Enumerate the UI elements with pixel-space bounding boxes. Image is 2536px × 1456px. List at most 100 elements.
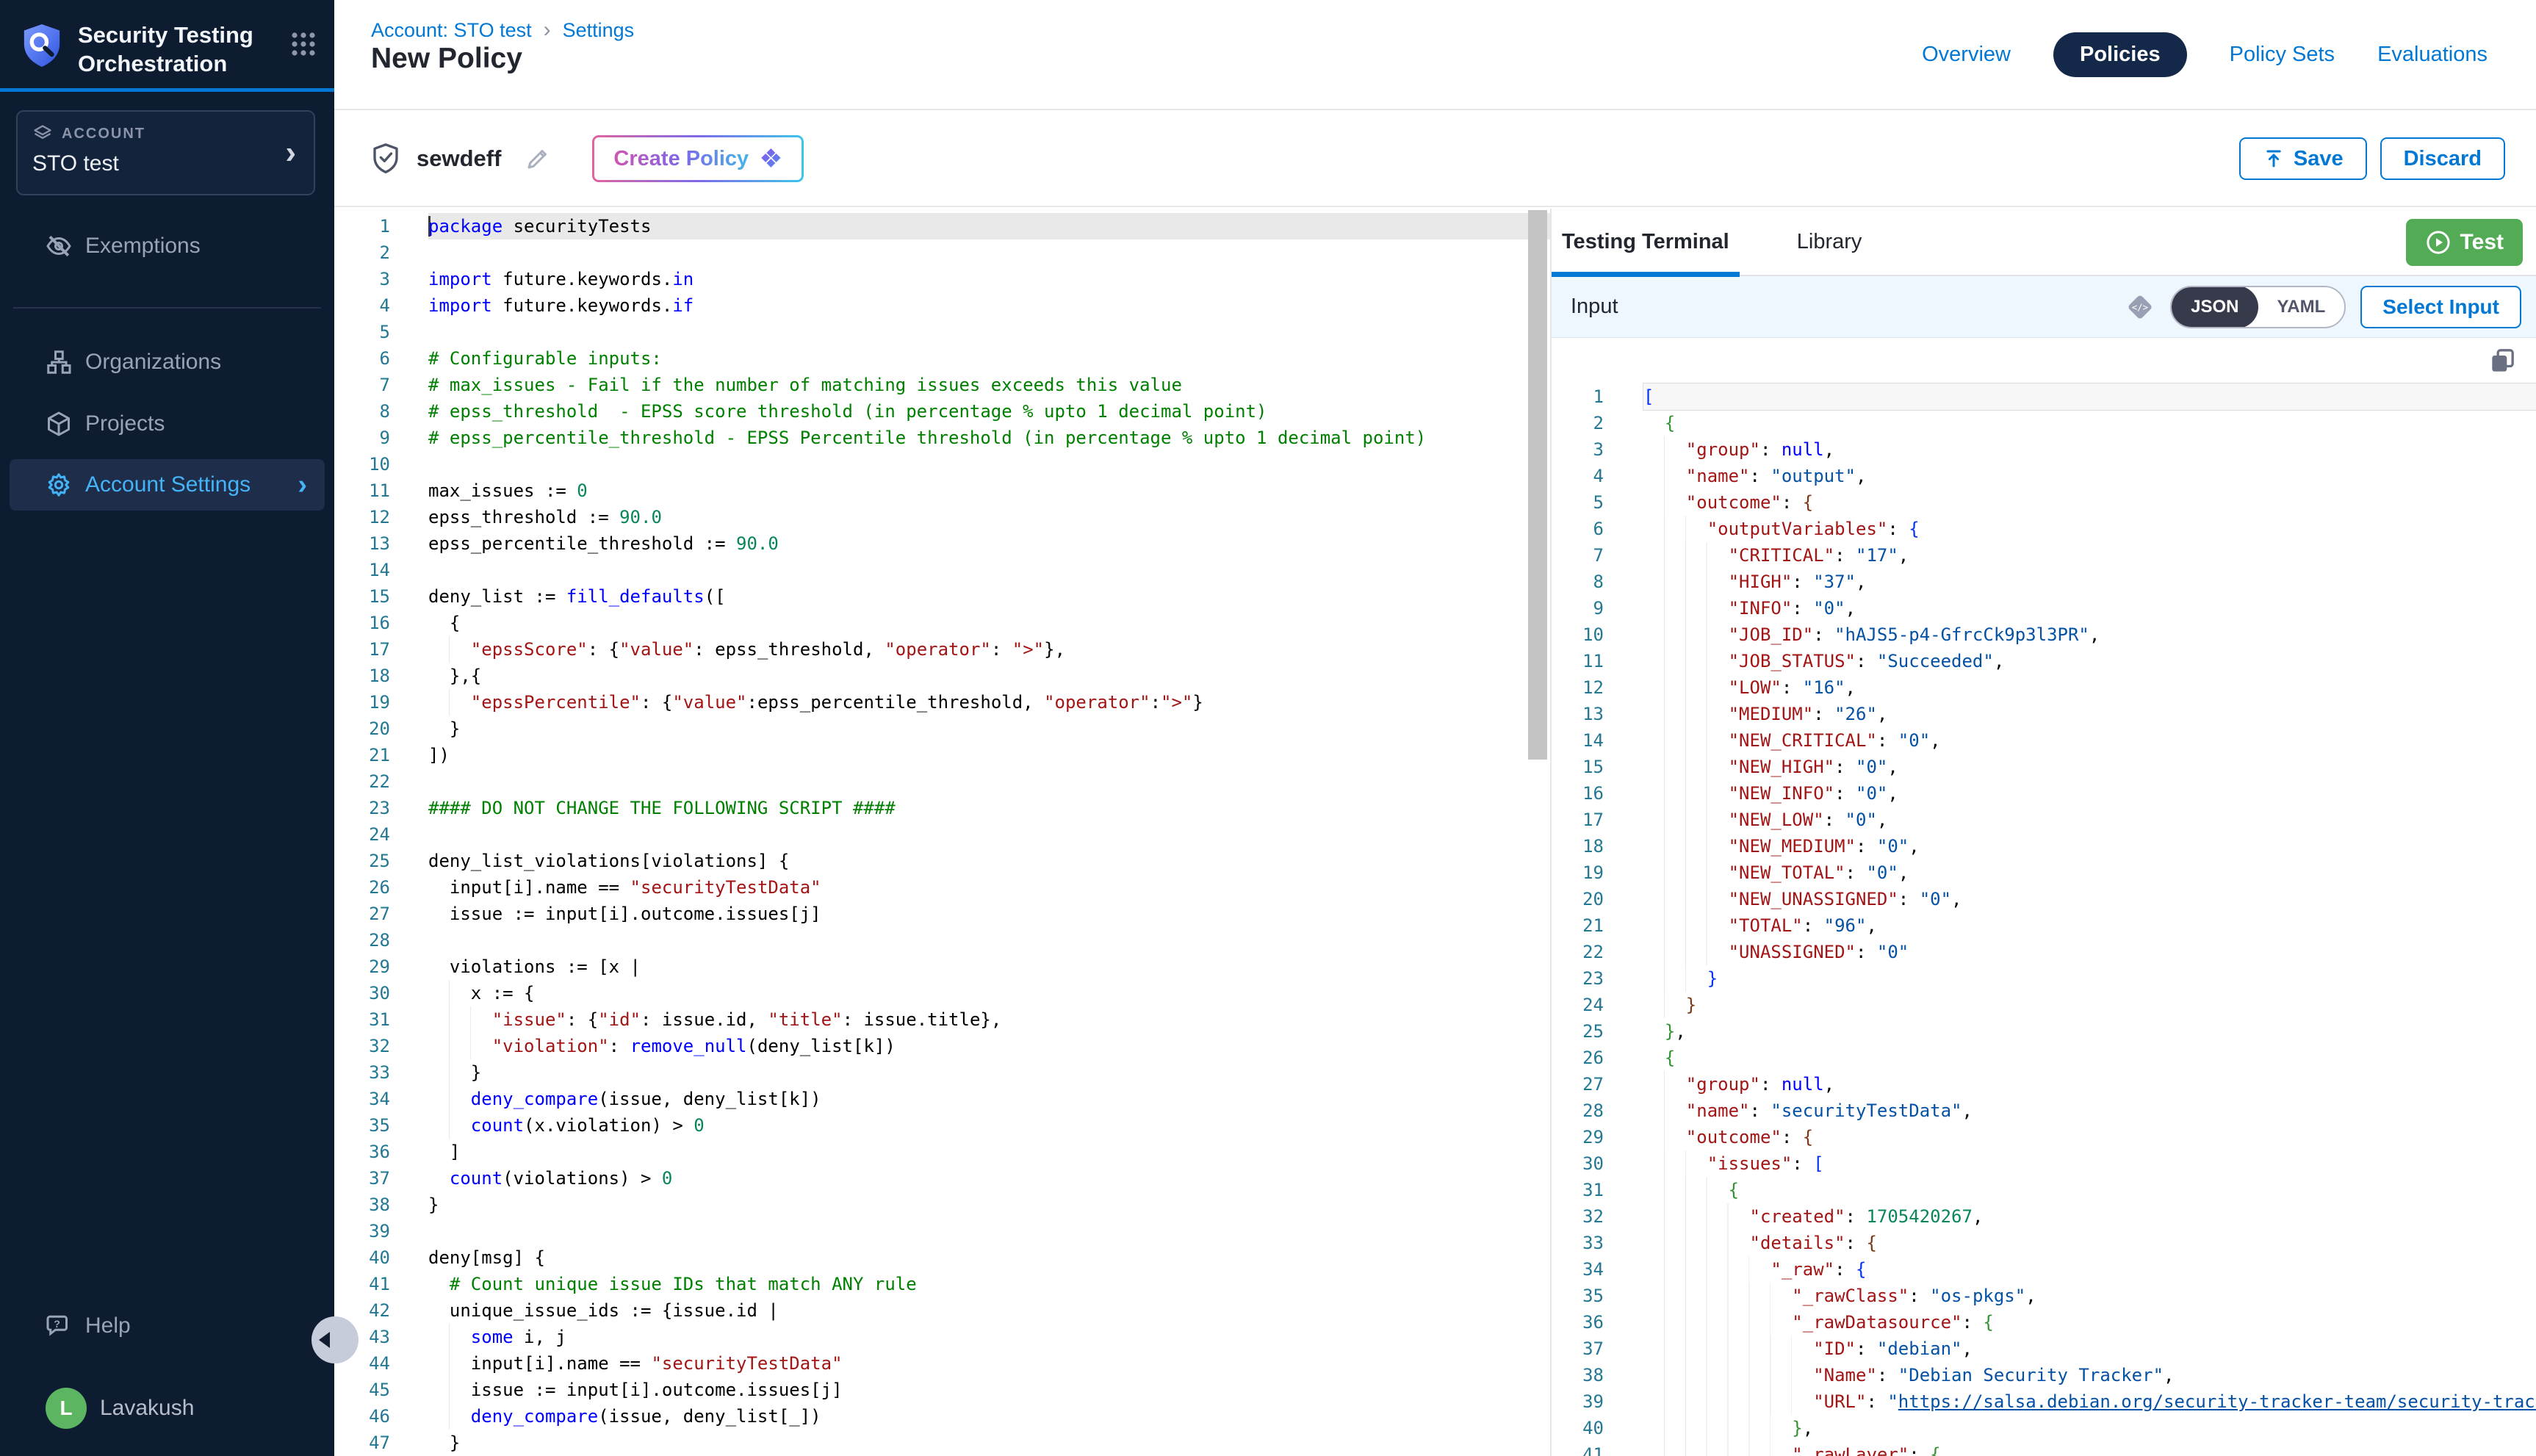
sidebar-item-account-settings[interactable]: Account Settings › (10, 459, 325, 511)
test-button[interactable]: Test (2406, 219, 2523, 266)
line-number: 32 (334, 1033, 428, 1059)
line-number: 21 (334, 742, 428, 768)
create-policy-label: Create Policy (613, 147, 749, 171)
upload-icon (2263, 148, 2285, 170)
avatar: L (46, 1388, 87, 1429)
nav-overview-link[interactable]: Overview (1922, 43, 2011, 67)
code-line: 26 input[i].name == "securityTestData" (334, 874, 1550, 901)
sidebar-item-help[interactable]: ? Help (0, 1300, 334, 1352)
code-line: 40 }, (1552, 1415, 2536, 1441)
discard-button[interactable]: Discard (2380, 137, 2505, 180)
line-number: 5 (1552, 489, 1643, 516)
svg-text:?: ? (54, 1319, 60, 1330)
code-line: 19 "epssPercentile": {"value":epss_perce… (334, 689, 1550, 716)
svg-text:</>: </> (2132, 302, 2148, 312)
line-number: 18 (334, 663, 428, 689)
nav-policy-sets-link[interactable]: Policy Sets (2230, 43, 2335, 67)
line-number: 12 (334, 504, 428, 530)
line-number: 22 (334, 768, 428, 795)
sidebar-item-exemptions[interactable]: Exemptions (0, 220, 334, 272)
line-number: 28 (1552, 1098, 1643, 1124)
code-line: 36 "_rawDatasource": { (1552, 1309, 2536, 1336)
tab-testing-terminal[interactable]: Testing Terminal (1552, 209, 1740, 275)
code-line: 33 "details": { (1552, 1230, 2536, 1256)
code-line: 27 issue := input[i].outcome.issues[j] (334, 901, 1550, 927)
gear-icon (46, 472, 72, 498)
shield-check-icon (371, 143, 400, 175)
line-number: 33 (334, 1059, 428, 1086)
sidebar-item-organizations[interactable]: Organizations (0, 336, 334, 388)
format-option-yaml[interactable]: YAML (2258, 286, 2345, 328)
copy-icon[interactable] (2488, 346, 2517, 375)
code-line: 47 } (334, 1430, 1550, 1456)
code-line: 31 { (1552, 1177, 2536, 1203)
code-line: 28 "name": "securityTestData", (1552, 1098, 2536, 1124)
ai-sparkle-icon: ❖ (759, 145, 782, 172)
line-number: 24 (1552, 992, 1643, 1018)
eye-off-icon (46, 233, 72, 259)
line-number: 9 (334, 425, 428, 451)
line-number: 36 (1552, 1309, 1643, 1336)
sidebar-collapse-handle[interactable] (311, 1316, 359, 1363)
create-policy-button[interactable]: Create Policy ❖ (592, 135, 804, 182)
code-line: 8# epss_threshold - EPSS score threshold… (334, 398, 1550, 425)
sidebar-item-label: Account Settings (85, 472, 251, 497)
accent-divider (0, 88, 334, 92)
code-line: 6# Configurable inputs: (334, 345, 1550, 372)
line-number: 10 (334, 451, 428, 477)
select-input-button[interactable]: Select Input (2360, 286, 2521, 328)
line-number: 12 (1552, 674, 1643, 701)
code-line: 45 issue := input[i].outcome.issues[j] (334, 1377, 1550, 1403)
code-line: 17 "epssScore": {"value": epss_threshold… (334, 636, 1550, 663)
sidebar-item-label: Organizations (85, 350, 221, 375)
input-label: Input (1571, 295, 1618, 319)
breadcrumb-settings-link[interactable]: Settings (563, 19, 635, 42)
line-number: 30 (334, 980, 428, 1006)
line-number: 32 (1552, 1203, 1643, 1230)
code-line: 5 "outcome": { (1552, 489, 2536, 516)
line-number: 41 (1552, 1441, 1643, 1456)
user-profile[interactable]: L Lavakush (0, 1383, 334, 1434)
line-number: 39 (1552, 1388, 1643, 1415)
module-grid-icon[interactable] (290, 31, 317, 57)
code-line: 32 "violation": remove_null(deny_list[k]… (334, 1033, 1550, 1059)
code-line: 37 count(violations) > 0 (334, 1165, 1550, 1192)
line-number: 22 (1552, 939, 1643, 965)
code-line: 3import future.keywords.in (334, 266, 1550, 292)
page-header: Account: STO test › Settings New Policy … (334, 0, 2536, 110)
line-number: 31 (1552, 1177, 1643, 1203)
nav-policies-pill[interactable]: Policies (2053, 32, 2187, 77)
line-number: 47 (334, 1430, 428, 1456)
layers-icon (32, 123, 53, 144)
line-number: 2 (334, 239, 428, 266)
code-line: 36 ] (334, 1139, 1550, 1165)
code-line: 2 (334, 239, 1550, 266)
policy-name: sewdeff (417, 145, 501, 172)
code-line: 32 "created": 1705420267, (1552, 1203, 2536, 1230)
line-number: 11 (334, 477, 428, 504)
policy-code-editor[interactable]: 1package securityTests23import future.ke… (334, 209, 1550, 1456)
sidebar-item-projects[interactable]: Projects (0, 398, 334, 450)
save-button[interactable]: Save (2239, 137, 2367, 180)
line-number: 35 (334, 1112, 428, 1139)
breadcrumb-account-link[interactable]: Account: STO test (371, 19, 532, 42)
input-json-code[interactable]: 1[2 {3 "group": null,4 "name": "output",… (1552, 383, 2536, 1456)
line-number: 4 (334, 292, 428, 319)
editor-scrollbar[interactable] (1528, 209, 1547, 1456)
edit-pencil-icon[interactable] (525, 145, 551, 172)
line-number: 23 (1552, 965, 1643, 992)
nav-evaluations-link[interactable]: Evaluations (2377, 43, 2488, 67)
line-number: 21 (1552, 912, 1643, 939)
code-line: 18 "NEW_MEDIUM": "0", (1552, 833, 2536, 859)
account-selector[interactable]: ACCOUNT STO test › (16, 110, 315, 195)
line-number: 40 (334, 1244, 428, 1271)
input-section-header: Input </> JSON YAML Select Input (1552, 276, 2536, 338)
tab-library[interactable]: Library (1787, 209, 1873, 275)
format-toggle[interactable]: JSON YAML (2170, 286, 2346, 328)
code-line: 35 count(x.violation) > 0 (334, 1112, 1550, 1139)
editor-scrollbar-thumb[interactable] (1528, 210, 1547, 760)
format-option-json[interactable]: JSON (2172, 286, 2258, 328)
line-number: 10 (1552, 621, 1643, 648)
line-number: 24 (334, 821, 428, 848)
line-number: 19 (334, 689, 428, 716)
